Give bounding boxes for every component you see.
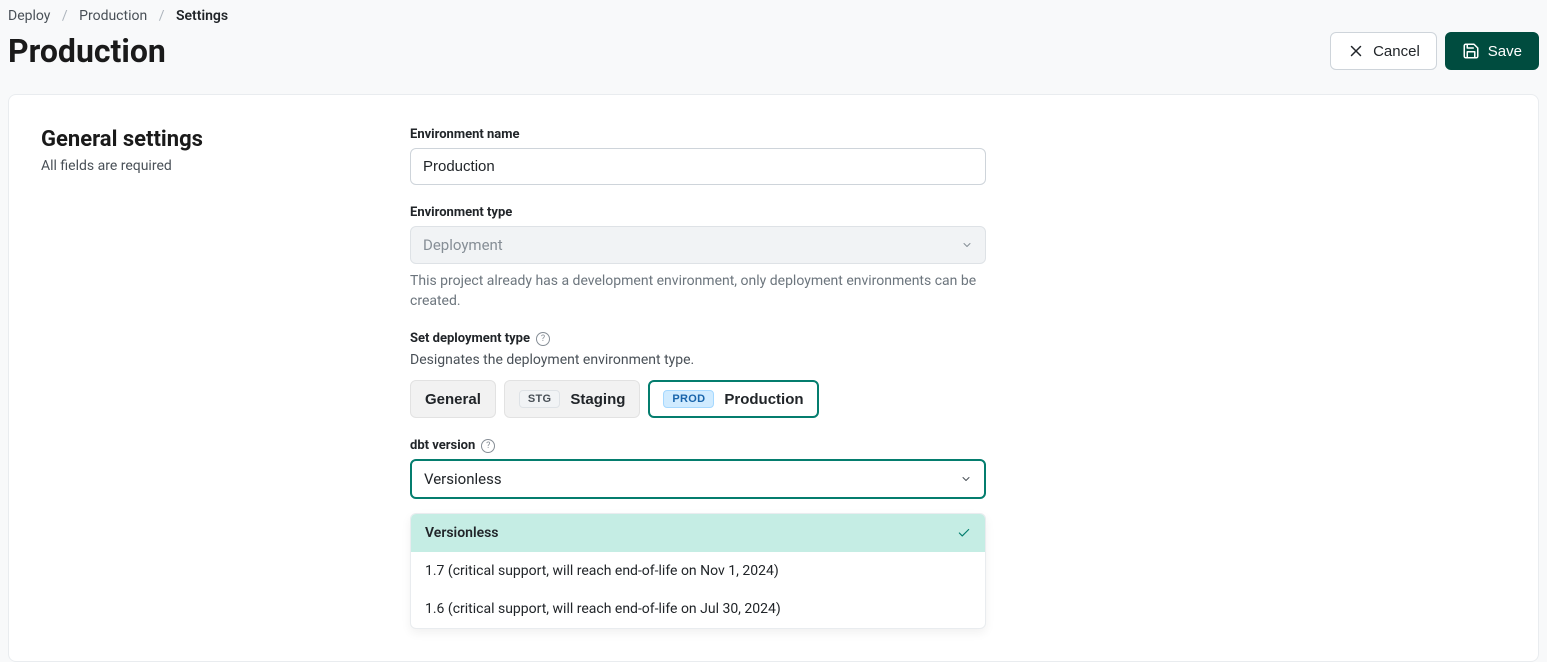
- deployment-type-desc: Designates the deployment environment ty…: [410, 352, 986, 368]
- dbt-version-option-17[interactable]: 1.7 (critical support, will reach end-of…: [411, 552, 985, 590]
- env-name-group: Environment name: [410, 127, 986, 185]
- cancel-label: Cancel: [1373, 44, 1420, 59]
- deployment-type-segmented: General STG Staging PROD Production: [410, 380, 986, 418]
- chevron-down-icon: [961, 239, 973, 251]
- close-icon: [1347, 42, 1365, 60]
- deployment-option-production[interactable]: PROD Production: [648, 380, 818, 418]
- env-name-input[interactable]: [410, 148, 986, 185]
- section-title: General settings: [41, 127, 386, 152]
- dbt-version-value: Versionless: [424, 470, 502, 488]
- breadcrumb-item-deploy[interactable]: Deploy: [8, 8, 50, 24]
- env-type-help: This project already has a development e…: [410, 272, 986, 311]
- page-header: Production Cancel Save: [0, 24, 1547, 94]
- dbt-version-dropdown: Versionless 1.7 (critical support, will …: [410, 513, 986, 629]
- deployment-type-label: Set deployment type: [410, 331, 530, 346]
- breadcrumb-separator: /: [159, 8, 165, 24]
- cancel-button[interactable]: Cancel: [1330, 32, 1437, 70]
- option-label: 1.7 (critical support, will reach end-of…: [425, 563, 779, 579]
- dbt-version-group: dbt version ? Versionless Versionless: [410, 438, 986, 629]
- option-label: Versionless: [425, 525, 499, 541]
- staging-tag: STG: [519, 390, 561, 408]
- prod-tag: PROD: [663, 390, 714, 408]
- dbt-version-option-versionless[interactable]: Versionless: [411, 514, 985, 552]
- breadcrumb: Deploy / Production / Settings: [0, 0, 1547, 24]
- dbt-version-label: dbt version: [410, 438, 475, 453]
- save-label: Save: [1488, 44, 1522, 59]
- breadcrumb-current: Settings: [176, 8, 228, 24]
- dbt-version-option-16[interactable]: 1.6 (critical support, will reach end-of…: [411, 590, 985, 628]
- env-type-group: Environment type Deployment This project…: [410, 205, 986, 311]
- env-type-label: Environment type: [410, 205, 986, 220]
- env-name-label: Environment name: [410, 127, 986, 142]
- settings-card: General settings All fields are required…: [8, 94, 1539, 662]
- option-label: 1.6 (critical support, will reach end-of…: [425, 601, 781, 617]
- check-icon: [957, 526, 971, 540]
- deployment-option-general[interactable]: General: [410, 380, 496, 418]
- save-button[interactable]: Save: [1445, 32, 1539, 70]
- breadcrumb-item-production[interactable]: Production: [79, 8, 147, 24]
- section-subtitle: All fields are required: [41, 158, 386, 174]
- header-actions: Cancel Save: [1330, 32, 1539, 70]
- help-icon[interactable]: ?: [481, 439, 495, 453]
- deployment-prod-label: Production: [724, 391, 803, 408]
- dbt-version-select[interactable]: Versionless: [410, 459, 986, 499]
- breadcrumb-separator: /: [62, 8, 68, 24]
- help-icon[interactable]: ?: [536, 332, 550, 346]
- deployment-staging-label: Staging: [570, 391, 625, 408]
- chevron-down-icon: [960, 473, 972, 485]
- deployment-general-label: General: [425, 391, 481, 408]
- env-type-select: Deployment: [410, 226, 986, 264]
- env-type-value: Deployment: [423, 236, 503, 254]
- deployment-type-group: Set deployment type ? Designates the dep…: [410, 331, 986, 418]
- save-icon: [1462, 42, 1480, 60]
- page-title: Production: [8, 32, 166, 70]
- deployment-option-staging[interactable]: STG Staging: [504, 380, 641, 418]
